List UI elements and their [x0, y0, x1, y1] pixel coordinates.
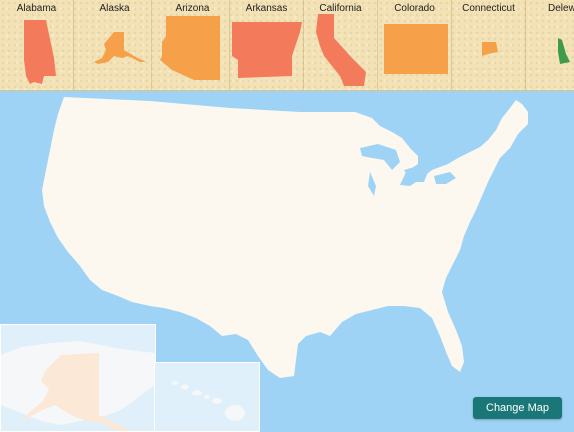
tile-colorado[interactable]: Colorado	[378, 0, 452, 90]
alaska-piece[interactable]	[94, 32, 146, 64]
california-piece[interactable]	[316, 14, 366, 86]
hawaii-inset[interactable]	[154, 362, 260, 432]
change-map-button[interactable]: Change Map	[473, 397, 562, 419]
tile-california[interactable]: California	[304, 0, 378, 90]
colorado-piece[interactable]	[384, 24, 448, 74]
tile-delaware[interactable]: Delew	[526, 0, 574, 90]
hawaii-islands	[172, 381, 245, 421]
connecticut-piece[interactable]	[482, 42, 498, 56]
alabama-piece[interactable]	[24, 20, 56, 84]
tile-alaska[interactable]: Alaska	[78, 0, 152, 90]
arkansas-piece[interactable]	[232, 22, 302, 78]
tile-alabama[interactable]: Alabama	[0, 0, 74, 90]
arizona-piece[interactable]	[160, 16, 220, 80]
alaska-inset[interactable]	[0, 324, 156, 432]
tile-arkansas[interactable]: Arkansas	[230, 0, 304, 90]
state-pieces-tray[interactable]: Alabama Alaska Arizona Arkansas Californ…	[0, 0, 574, 91]
delaware-piece[interactable]	[558, 38, 570, 64]
tile-arizona[interactable]: Arizona	[156, 0, 230, 90]
tile-connecticut[interactable]: Connecticut	[452, 0, 526, 90]
